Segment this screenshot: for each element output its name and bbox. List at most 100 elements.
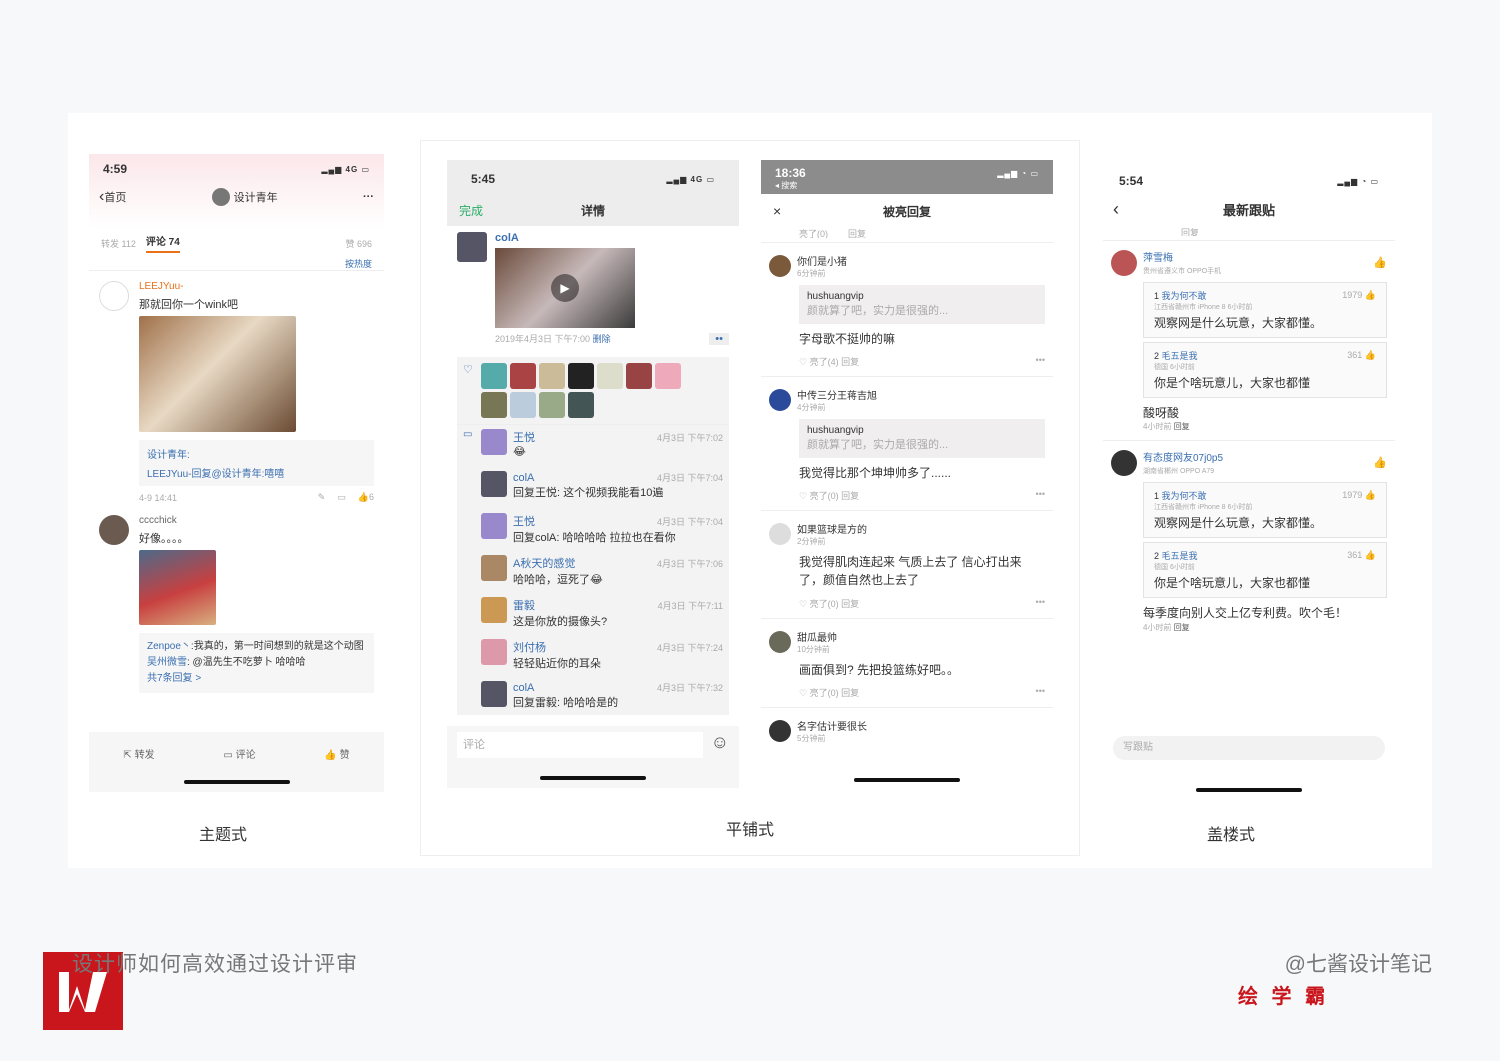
tab-likes[interactable]: 赞 696 <box>345 237 372 250</box>
comment-user[interactable]: 甜瓜最帅 <box>797 629 837 644</box>
like-count[interactable]: 亮了(4) <box>810 357 839 367</box>
thumb-up-icon[interactable]: 👍 <box>1373 256 1387 269</box>
like-button[interactable]: 👍 赞 <box>324 746 349 761</box>
floor-user[interactable]: 毛五是我 <box>1162 551 1198 561</box>
thumb-up-icon[interactable]: 👍 <box>1373 456 1387 469</box>
comment-user[interactable]: 如果篮球是方的 <box>797 521 867 536</box>
liker-avatar[interactable] <box>597 363 623 389</box>
liker-avatar[interactable] <box>655 363 681 389</box>
comment-user[interactable]: 名字估计要很长 <box>797 718 867 733</box>
reply-button[interactable]: 回复 <box>841 357 859 367</box>
avatar[interactable] <box>769 720 791 742</box>
liker-avatar[interactable] <box>539 392 565 418</box>
like-count[interactable]: 361 👍 <box>1347 350 1376 361</box>
avatar[interactable] <box>769 523 791 545</box>
comment-button[interactable]: ▭ 评论 <box>223 746 255 761</box>
comment-image[interactable] <box>139 316 296 432</box>
close-icon[interactable]: × <box>773 203 781 219</box>
reply-button[interactable]: 回复 <box>1174 623 1190 632</box>
thumb-up-icon[interactable]: ♡ <box>799 357 807 367</box>
thumb-up-icon[interactable]: ♡ <box>799 491 807 501</box>
thumb-up-icon[interactable]: 👍6 <box>358 492 374 503</box>
liker-avatar[interactable] <box>568 363 594 389</box>
reply-button[interactable]: 回复 <box>848 228 866 239</box>
chevron-left-icon[interactable]: ‹ <box>1113 199 1119 220</box>
avatar[interactable] <box>1111 249 1137 276</box>
avatar[interactable] <box>457 232 487 262</box>
back-to-search[interactable]: ◂ 搜索 <box>761 180 1053 191</box>
reply-user[interactable]: 吴州微雪 <box>147 657 187 668</box>
liker-avatar[interactable] <box>626 363 652 389</box>
like-count[interactable]: 亮了(0) <box>810 491 839 501</box>
reply-button[interactable]: 回复 <box>1181 228 1199 236</box>
header-user[interactable]: 设计青年 <box>211 188 278 206</box>
post-user[interactable]: 有态度网友07j0p5 <box>1143 449 1223 464</box>
floor-user[interactable]: 毛五是我 <box>1162 351 1198 361</box>
like-count[interactable]: 亮了(0) <box>810 688 839 698</box>
tab-repost[interactable]: 转发 112 <box>101 237 136 250</box>
repost-button[interactable]: ⇱ 转发 <box>123 746 154 761</box>
edit-icon[interactable]: ✎ <box>318 492 326 503</box>
avatar[interactable] <box>769 631 791 653</box>
comment-user[interactable]: 你们是小猪 <box>797 253 847 268</box>
sort-button[interactable]: 按热度 <box>345 259 372 269</box>
comment-icon[interactable]: ▭ <box>337 492 346 503</box>
comment-user[interactable]: 中传三分王蒋吉旭 <box>797 387 877 402</box>
tab-comment[interactable]: 评论 74 <box>145 233 180 253</box>
avatar[interactable] <box>769 389 791 411</box>
more-icon[interactable]: ••• <box>1036 489 1045 502</box>
video-thumbnail[interactable]: ▶ <box>495 248 635 328</box>
list-item[interactable]: 雷毅 4月3日 下午7:11 这是你放的摄像头? <box>481 597 723 639</box>
comment-user[interactable]: cccchick <box>139 515 374 526</box>
reply-button[interactable]: 回复 <box>841 491 859 501</box>
liker-avatar[interactable] <box>510 363 536 389</box>
like-count[interactable]: 亮了(0) <box>810 599 839 609</box>
list-item[interactable]: colA 4月3日 下午7:32 回复雷毅: 哈哈哈是的 <box>481 681 723 715</box>
done-button[interactable]: 完成 <box>459 202 483 219</box>
reply-user[interactable]: Zenpoe丶 <box>147 641 191 652</box>
list-item[interactable]: 王悦 4月3日 下午7:04 回复colA: 哈哈哈哈 拉拉也在看你 <box>481 513 723 555</box>
thumb-up-icon[interactable]: ♡ <box>799 599 807 609</box>
more-icon[interactable]: ••• <box>1036 355 1045 368</box>
thumb-up-icon[interactable]: ♡ <box>799 688 807 698</box>
reply-button[interactable]: 回复 <box>841 688 859 698</box>
post-author[interactable]: colA <box>495 232 729 244</box>
reply-button[interactable]: 回复 <box>1174 422 1190 431</box>
more-dots-icon[interactable]: •• <box>709 332 729 345</box>
avatar[interactable] <box>99 515 129 545</box>
more-replies-link[interactable]: 共7条回复 > <box>147 671 366 687</box>
like-count[interactable]: 1979 👍 <box>1342 290 1376 301</box>
list-item[interactable]: 刘付杨 4月3日 下午7:24 轻轻贴近你的耳朵 <box>481 639 723 681</box>
more-icon[interactable]: ••• <box>1036 686 1045 699</box>
like-count[interactable]: 361 👍 <box>1347 550 1376 561</box>
list-item[interactable]: colA 4月3日 下午7:04 回复王悦: 这个视频我能看10遍 <box>481 471 723 513</box>
liker-avatar[interactable] <box>539 363 565 389</box>
comment-user[interactable]: LEEJYuu- <box>139 281 374 292</box>
comment-input[interactable]: 评论 <box>457 732 703 758</box>
back-button[interactable]: ‹ 首页 <box>99 188 126 206</box>
like-count[interactable]: 1979 👍 <box>1342 490 1376 501</box>
reply-line[interactable]: 设计青年: <box>147 446 366 461</box>
reply-button[interactable]: 回复 <box>841 599 859 609</box>
more-icon[interactable]: ··· <box>363 191 374 203</box>
more-icon[interactable]: ••• <box>1036 597 1045 610</box>
liker-avatar[interactable] <box>481 392 507 418</box>
post-user[interactable]: 萍雪梅 <box>1143 249 1221 264</box>
comment-image[interactable] <box>139 550 216 625</box>
liker-avatar[interactable] <box>568 392 594 418</box>
liker-avatar[interactable] <box>510 392 536 418</box>
avatar[interactable] <box>99 281 129 311</box>
liker-avatar[interactable] <box>481 363 507 389</box>
like-count[interactable]: 亮了(0) <box>799 228 828 239</box>
delete-link[interactable]: 删除 <box>593 334 611 344</box>
list-item[interactable]: A秋天的感觉 4月3日 下午7:06 哈哈哈，逗死了😂 <box>481 555 723 597</box>
list-item[interactable]: 王悦 4月3日 下午7:02 😂 <box>481 429 723 471</box>
avatar[interactable] <box>769 255 791 277</box>
reply-line[interactable]: LEEJYuu-回复@设计青年:嘻嘻 <box>147 465 366 480</box>
reply-input[interactable]: 写跟贴 <box>1113 736 1385 760</box>
play-icon[interactable]: ▶ <box>551 274 579 302</box>
floor-user[interactable]: 我为何不敢 <box>1162 291 1207 301</box>
avatar[interactable] <box>1111 449 1137 476</box>
floor-user[interactable]: 我为何不敢 <box>1162 491 1207 501</box>
emoji-icon[interactable]: ☺ <box>711 732 729 753</box>
